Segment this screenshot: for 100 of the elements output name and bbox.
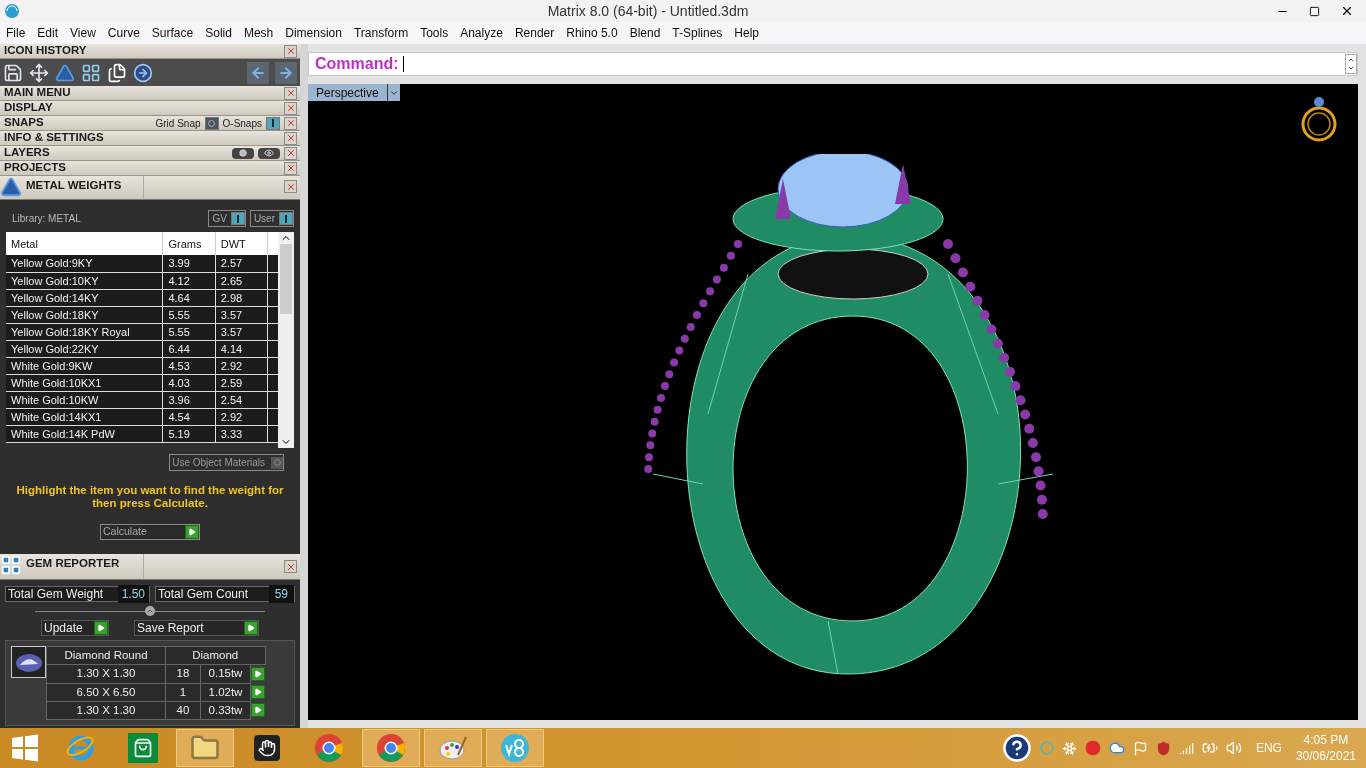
table-cell[interactable]: 5.55	[162, 306, 216, 323]
table-cell[interactable]: 3.57	[215, 306, 268, 323]
menu-item[interactable]: Dimension	[285, 24, 342, 42]
column-header[interactable]: DWT	[215, 232, 268, 255]
table-cell[interactable]: White Gold:14K PdW	[6, 425, 163, 442]
table-cell[interactable]: White Gold:10KW	[6, 391, 163, 408]
table-cell[interactable]: 2.65	[215, 272, 268, 289]
library-toggle[interactable]: User	[249, 210, 294, 227]
collapse-handle[interactable]	[145, 606, 155, 616]
menu-item[interactable]: Surface	[151, 24, 194, 42]
save-report-button[interactable]: Save Report	[134, 620, 259, 636]
close-button[interactable]	[284, 146, 297, 160]
table-cell[interactable]: White Gold:9KW	[6, 357, 163, 374]
arrow-button[interactable]	[94, 621, 108, 635]
shield-icon[interactable]	[1155, 740, 1171, 756]
menu-item[interactable]: Blend	[629, 24, 661, 42]
close-button[interactable]	[284, 161, 297, 175]
table-cell[interactable]: 4.12	[162, 272, 216, 289]
table-cell[interactable]: 3.96	[162, 391, 216, 408]
use-object-materials-toggle[interactable]: Use Object Materials	[169, 454, 284, 471]
close-button[interactable]	[284, 180, 297, 193]
table-cell[interactable]: 4.03	[162, 374, 216, 391]
toggle-switch[interactable]	[204, 116, 219, 130]
table-cell[interactable]: Yellow Gold:14KY	[6, 289, 163, 306]
table-cell[interactable]: Yellow Gold:18KY Royal	[6, 323, 163, 340]
close-button[interactable]	[284, 560, 297, 573]
column-header[interactable]: Grams	[162, 232, 216, 255]
tray-logo-icon[interactable]	[1084, 740, 1101, 756]
menu-item[interactable]: Rhino 5.0	[566, 24, 618, 42]
table-cell[interactable]: Yellow Gold:18KY	[6, 306, 163, 323]
grid-icon[interactable]	[81, 62, 101, 83]
menu-item[interactable]: Curve	[107, 24, 140, 42]
panel-header[interactable]: DISPLAY	[0, 101, 300, 116]
panel-header[interactable]: MAIN MENU	[0, 86, 300, 101]
forward-button[interactable]	[275, 61, 297, 84]
panel-header[interactable]: PROJECTS	[0, 161, 300, 176]
menu-item[interactable]: Render	[514, 24, 555, 42]
menu-item[interactable]: Analyze	[460, 24, 503, 42]
table-cell[interactable]: 6.44	[162, 340, 216, 357]
panel-header[interactable]: GEM REPORTER	[0, 554, 300, 580]
menu-item[interactable]: View	[70, 24, 96, 42]
table-cell[interactable]: Yellow Gold:22KY	[6, 340, 163, 357]
close-button[interactable]	[284, 131, 297, 145]
calculate-button[interactable]: Calculate	[100, 524, 200, 540]
panel-header[interactable]: INFO & SETTINGS	[0, 131, 300, 146]
table-cell[interactable]: 2.54	[215, 391, 268, 408]
viewport-tab[interactable]: Perspective	[308, 84, 387, 101]
table-cell[interactable]: 2.98	[215, 289, 268, 306]
update-button[interactable]: Update	[41, 620, 109, 636]
scrollbar[interactable]	[278, 232, 294, 448]
arrow-button[interactable]	[244, 621, 258, 635]
start-button[interactable]	[11, 734, 39, 762]
table-cell[interactable]: White Gold:14KX1	[6, 408, 163, 425]
table-cell[interactable]: 4.53	[162, 357, 216, 374]
column-header[interactable]: Metal	[6, 232, 163, 255]
close-icon[interactable]	[1340, 4, 1354, 18]
table-cell[interactable]: 3.33	[215, 425, 268, 442]
table-cell[interactable]: 2.92	[215, 357, 268, 374]
table-cell[interactable]: 4.64	[162, 289, 216, 306]
arrow-button[interactable]	[251, 685, 265, 700]
close-button[interactable]	[284, 44, 297, 58]
files-icon[interactable]	[107, 62, 127, 83]
menu-item[interactable]: Help	[734, 24, 760, 42]
menu-item[interactable]: Tools	[420, 24, 449, 42]
menu-item[interactable]: Transform	[353, 24, 409, 42]
close-button[interactable]	[284, 101, 297, 115]
arrow-button[interactable]	[251, 667, 265, 682]
restore-icon[interactable]	[1309, 5, 1320, 17]
arrows-icon[interactable]	[29, 62, 49, 83]
toggle-switch[interactable]	[230, 212, 245, 225]
viewport[interactable]: Perspective	[308, 84, 1358, 720]
toggle-switch[interactable]	[266, 116, 280, 130]
snowflake-icon[interactable]	[1061, 740, 1077, 756]
close-button[interactable]	[284, 116, 297, 130]
close-button[interactable]	[284, 86, 297, 100]
menu-item[interactable]: Mesh	[243, 24, 274, 42]
help-icon[interactable]	[1001, 733, 1032, 763]
arrow-button[interactable]	[251, 703, 265, 718]
scroll-thumb[interactable]	[280, 244, 292, 314]
spin-button[interactable]	[1345, 54, 1357, 74]
table-cell[interactable]: Yellow Gold:9KY	[6, 255, 163, 272]
panel-header[interactable]: LAYERS	[0, 146, 300, 161]
table-cell[interactable]: 2.57	[215, 255, 268, 272]
table-cell[interactable]: 5.55	[162, 323, 216, 340]
eye-button[interactable]	[258, 147, 280, 159]
table-cell[interactable]: 3.57	[215, 323, 268, 340]
table-cell[interactable]: White Gold:10KX1	[6, 374, 163, 391]
panel-header[interactable]: ICON HISTORY	[0, 44, 300, 59]
menu-item[interactable]: Solid	[205, 24, 232, 42]
save-icon[interactable]	[3, 62, 23, 83]
library-toggle[interactable]: GV	[208, 210, 246, 227]
table-cell[interactable]: 4.54	[162, 408, 216, 425]
toggle-switch[interactable]	[279, 212, 293, 225]
table-cell[interactable]: 5.19	[162, 425, 216, 442]
volume-icon[interactable]	[1225, 740, 1242, 756]
panel-header[interactable]: METAL WEIGHTS	[0, 176, 300, 200]
menu-item[interactable]: File	[6, 24, 26, 42]
arrow-button[interactable]	[185, 525, 199, 539]
table-cell[interactable]: 4.14	[215, 340, 268, 357]
panel-header[interactable]: SNAPS Grid Snap O-Snaps	[0, 116, 300, 131]
